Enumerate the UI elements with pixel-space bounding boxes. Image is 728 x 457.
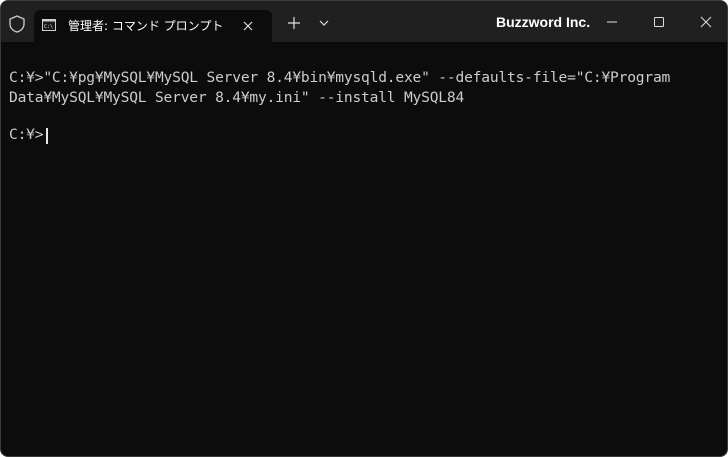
terminal-icon: C:\ xyxy=(42,19,56,31)
text-cursor xyxy=(46,128,48,144)
maximize-icon[interactable] xyxy=(649,12,669,32)
terminal-window: C:\ 管理者: コマンド プロンプト Buzzword Inc. C:¥>"C… xyxy=(0,0,728,457)
console-line: Data¥MySQL¥MySQL Server 8.4¥my.ini" --in… xyxy=(9,89,465,106)
plus-icon[interactable] xyxy=(286,15,302,31)
title-bar[interactable]: C:\ 管理者: コマンド プロンプト Buzzword Inc. xyxy=(1,1,727,42)
window-title: Buzzword Inc. xyxy=(496,14,591,30)
tab-title: 管理者: コマンド プロンプト xyxy=(68,19,224,33)
chevron-down-icon[interactable] xyxy=(317,17,331,29)
console-output[interactable]: C:¥>"C:¥pg¥MySQL¥MySQL Server 8.4¥bin¥my… xyxy=(1,42,727,456)
shield-icon xyxy=(9,15,25,33)
tab-command-prompt[interactable]: C:\ 管理者: コマンド プロンプト xyxy=(34,10,272,42)
console-line: C:¥>"C:¥pg¥MySQL¥MySQL Server 8.4¥bin¥my… xyxy=(9,69,671,86)
close-tab-icon[interactable] xyxy=(240,18,256,34)
prompt-line: C:¥> xyxy=(9,126,44,143)
minimize-icon[interactable] xyxy=(602,12,622,32)
svg-text:C:\: C:\ xyxy=(44,24,53,30)
close-icon[interactable] xyxy=(696,12,716,32)
